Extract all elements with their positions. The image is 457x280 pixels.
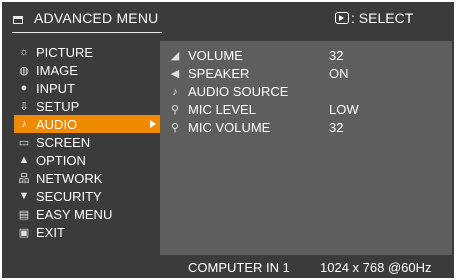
title-underline (12, 32, 162, 33)
volume-icon: ◢ (170, 50, 180, 62)
easy-menu-icon: ▤ (18, 208, 30, 221)
setting-label: VOLUME (188, 48, 243, 63)
picture-icon: ☼ (18, 46, 30, 58)
submenu-arrow-icon (150, 120, 156, 128)
sidebar-item-input[interactable]: ● INPUT (14, 79, 162, 97)
security-icon: ▼ (18, 190, 30, 202)
sidebar-item-option[interactable]: ▲ OPTION (14, 151, 162, 169)
sidebar: ☼ PICTURE ◍ IMAGE ● INPUT ⇩ SETUP ♪ AUDI… (14, 43, 162, 241)
sidebar-item-label: NETWORK (36, 170, 103, 186)
setting-value: ON (329, 66, 349, 81)
setting-label: SPEAKER (188, 66, 250, 81)
setting-row-mic-volume[interactable]: ⚲ MIC VOLUME 32 (168, 119, 448, 136)
setting-label: MIC LEVEL (188, 102, 256, 117)
sidebar-item-screen[interactable]: ▭ SCREEN (14, 133, 162, 151)
audio-settings-panel: ◢ VOLUME 32 ◀ SPEAKER ON ♪ AUDIO SOURCE … (160, 41, 452, 255)
sidebar-item-label: OPTION (36, 152, 86, 168)
menu-title: ADVANCED MENU (34, 10, 159, 26)
image-icon: ◍ (19, 64, 29, 77)
sidebar-item-label: IMAGE (36, 62, 78, 78)
setting-value: 32 (329, 120, 344, 135)
sidebar-item-label: SECURITY (36, 188, 102, 204)
sidebar-item-exit[interactable]: ▣ EXIT (14, 223, 162, 241)
sidebar-item-label: SCREEN (36, 134, 91, 150)
exit-icon: ▣ (18, 226, 30, 239)
sidebar-item-security[interactable]: ▼ SECURITY (14, 187, 162, 205)
sidebar-item-easy-menu[interactable]: ▤ EASY MENU (14, 205, 162, 223)
status-bar: COMPUTER IN 1 1024 x 768 @60Hz (160, 255, 452, 278)
menu-icon (13, 16, 23, 24)
audio-icon: ♪ (21, 118, 27, 130)
sidebar-item-label: EASY MENU (36, 206, 113, 222)
current-input: COMPUTER IN 1 (188, 260, 290, 275)
mic-level-icon: ⚲ (170, 104, 180, 116)
sidebar-item-label: PICTURE (36, 44, 94, 60)
audio-source-icon: ♪ (172, 85, 178, 98)
input-icon: ● (20, 82, 28, 94)
setting-label: MIC VOLUME (188, 120, 271, 135)
sidebar-item-label: EXIT (36, 224, 65, 240)
sidebar-item-setup[interactable]: ⇩ SETUP (14, 97, 162, 115)
setting-row-audio-source[interactable]: ♪ AUDIO SOURCE (168, 83, 448, 100)
select-hint: : SELECT (335, 10, 413, 26)
sidebar-item-label: AUDIO (36, 116, 78, 132)
projector-menu: ADVANCED MENU : SELECT ☼ PICTURE ◍ IMAGE… (2, 2, 454, 278)
setup-icon: ⇩ (19, 100, 29, 113)
mic-volume-icon: ⚲ (170, 122, 180, 134)
setting-label: AUDIO SOURCE (188, 84, 289, 99)
speaker-icon: ◀ (170, 68, 180, 80)
signal-resolution: 1024 x 768 @60Hz (320, 260, 432, 275)
sidebar-item-image[interactable]: ◍ IMAGE (14, 61, 162, 79)
enter-icon (335, 12, 349, 24)
setting-row-speaker[interactable]: ◀ SPEAKER ON (168, 65, 448, 82)
sidebar-item-audio[interactable]: ♪ AUDIO (14, 115, 162, 133)
network-icon: 品 (18, 173, 30, 185)
sidebar-item-network[interactable]: 品 NETWORK (14, 169, 162, 187)
screen-icon: ▭ (18, 136, 30, 149)
setting-row-volume[interactable]: ◢ VOLUME 32 (168, 47, 448, 64)
menu-header: ADVANCED MENU : SELECT (2, 2, 454, 36)
setting-value: 32 (329, 48, 344, 63)
sidebar-item-picture[interactable]: ☼ PICTURE (14, 43, 162, 61)
option-icon: ▲ (18, 154, 30, 166)
sidebar-item-label: INPUT (36, 80, 75, 96)
sidebar-item-label: SETUP (36, 98, 80, 114)
setting-value: LOW (329, 102, 359, 117)
setting-row-mic-level[interactable]: ⚲ MIC LEVEL LOW (168, 101, 448, 118)
select-hint-label: : SELECT (351, 10, 414, 26)
